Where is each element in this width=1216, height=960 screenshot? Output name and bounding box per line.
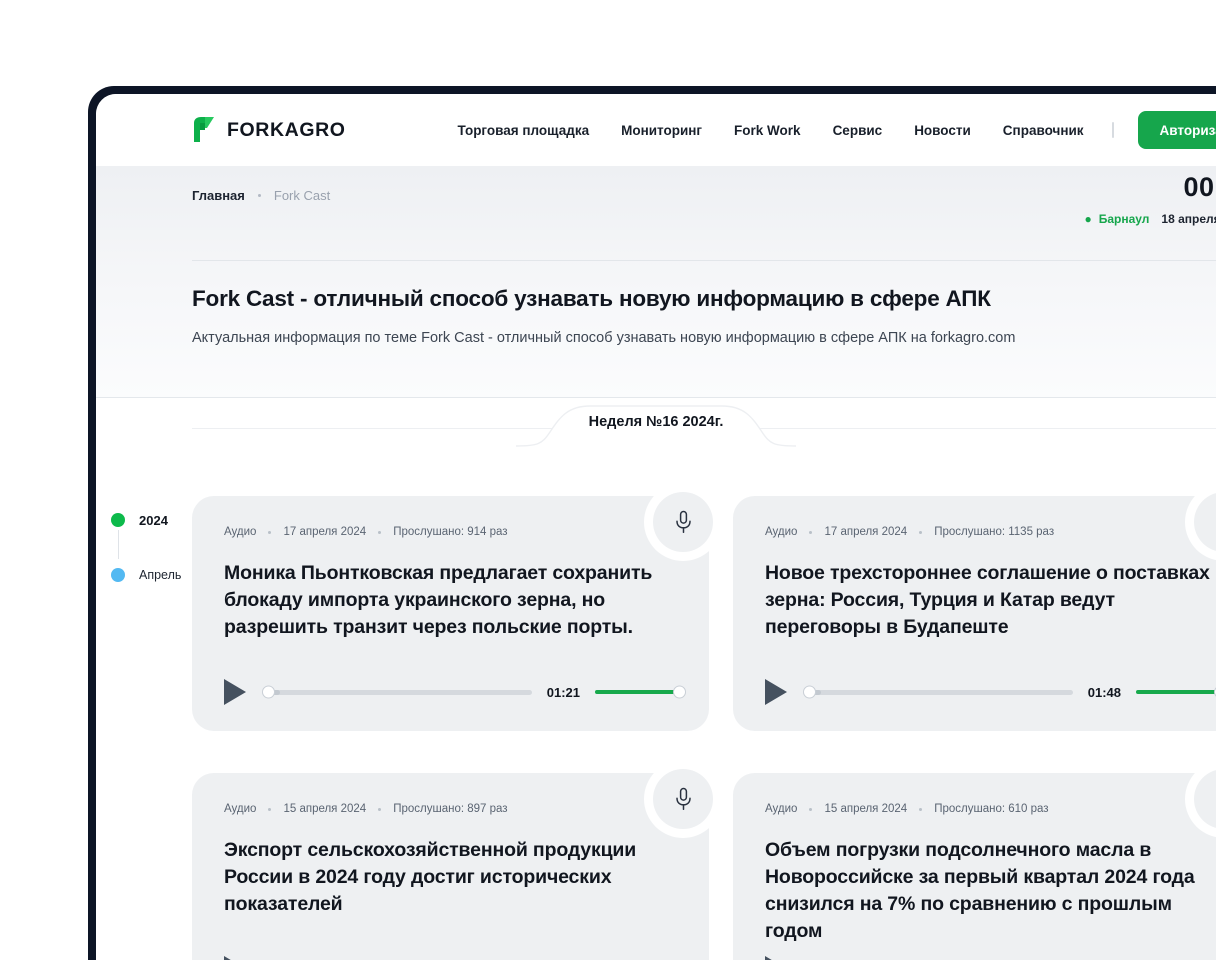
card-meta: Аудио 15 апреля 2024 Прослушано: 610 раз (765, 803, 1216, 815)
volume-slider[interactable] (1136, 685, 1216, 699)
podcast-card-grid: Аудио 17 апреля 2024 Прослушано: 914 раз… (192, 466, 1216, 960)
audio-player: 01:48 (765, 679, 1216, 705)
card-date: 15 апреля 2024 (283, 803, 367, 815)
card-type: Аудио (765, 526, 798, 538)
meta-separator (809, 530, 813, 534)
meta-separator (378, 807, 382, 811)
meta-separator (809, 807, 813, 811)
card-plays: Прослушано: 914 раз (393, 526, 508, 538)
card-meta: Аудио 17 апреля 2024 Прослушано: 914 раз (224, 526, 677, 538)
card-title[interactable]: Экспорт сельскохозяйственной продукции Р… (224, 837, 676, 918)
volume-knob[interactable] (673, 685, 686, 699)
duration-label: 01:48 (1087, 684, 1121, 700)
timeline-connector (117, 530, 119, 559)
nav-item-fork-work[interactable]: Fork Work (734, 123, 801, 138)
podcast-card[interactable]: Аудио 15 апреля 2024 Прослушано: 610 раз… (733, 760, 1216, 960)
date-label: 18 апреля, (1161, 212, 1216, 226)
card-plays: Прослушано: 1135 раз (934, 526, 1055, 538)
card-meta: Аудио 17 апреля 2024 Прослушано: 1135 ра… (765, 526, 1216, 538)
week-tab-label[interactable]: Неделя №16 2024г. (589, 414, 724, 430)
microphone-icon[interactable] (653, 769, 713, 829)
card-date: 17 апреля 2024 (283, 526, 367, 538)
authorization-button[interactable]: Авторизация (1137, 111, 1216, 149)
audio-player: 01:21 (224, 679, 686, 705)
location-pin-icon: ● (1084, 212, 1092, 226)
timeline-month-label: Апрель (139, 568, 182, 582)
week-tab-zone: Неделя №16 2024г. (96, 398, 1216, 462)
progress-slider[interactable] (803, 685, 1073, 699)
timeline-year-dot (111, 513, 125, 527)
audio-player: 00:50 (765, 956, 1216, 960)
meta-separator (378, 530, 382, 534)
clock-display: 00: (1183, 172, 1216, 202)
timeline-month-dot (111, 568, 125, 582)
timeline-sidebar: 2024 Апрель (96, 466, 192, 960)
breadcrumb-current: Fork Cast (273, 188, 331, 203)
breadcrumb-home[interactable]: Главная (192, 188, 245, 203)
page-title: Fork Cast - отличный способ узнавать нов… (192, 286, 991, 311)
location-date-line: ● Барнаул 18 апреля, (1084, 212, 1216, 226)
nav-item-service[interactable]: Сервис (833, 123, 883, 138)
meta-separator (268, 530, 272, 534)
forkagro-leaf-icon (192, 116, 218, 144)
content-area: 2024 Апрель Аудио 17 апреля 2024 Прослуш… (96, 462, 1216, 960)
play-icon[interactable] (765, 956, 787, 960)
progress-slider[interactable] (262, 685, 532, 699)
timeline-node-year[interactable]: 2024 (96, 510, 192, 530)
site-logo[interactable]: FORKAGRO (192, 116, 346, 144)
podcast-card[interactable]: Аудио 15 апреля 2024 Прослушано: 897 раз… (192, 760, 722, 960)
volume-slider[interactable] (595, 685, 686, 699)
logo-text: FORKAGRO (227, 118, 346, 141)
play-icon[interactable] (224, 956, 246, 960)
page-header-band: Главная Fork Cast 00: ● Барнаул 18 апрел… (96, 166, 1216, 398)
duration-label: 01:21 (546, 684, 580, 700)
browser-viewport: FORKAGRO Торговая площадка Мониторинг Fo… (96, 94, 1216, 960)
podcast-card[interactable]: Аудио 17 апреля 2024 Прослушано: 914 раз… (192, 483, 722, 731)
card-plays: Прослушано: 610 раз (934, 803, 1049, 815)
card-date: 15 апреля 2024 (824, 803, 908, 815)
card-plays: Прослушано: 897 раз (393, 803, 508, 815)
play-icon[interactable] (765, 679, 787, 705)
breadcrumb: Главная Fork Cast (192, 188, 1216, 203)
card-meta: Аудио 15 апреля 2024 Прослушано: 897 раз (224, 803, 677, 815)
screenshot-root: FORKAGRO Торговая площадка Мониторинг Fo… (0, 0, 1216, 960)
meta-separator (919, 530, 923, 534)
page-subtitle: Актуальная информация по теме Fork Cast … (192, 330, 1016, 346)
meta-separator (919, 807, 923, 811)
podcast-card[interactable]: Аудио 17 апреля 2024 Прослушано: 1135 ра… (733, 483, 1216, 731)
progress-knob[interactable] (803, 685, 816, 699)
nav-item-marketplace[interactable]: Торговая площадка (458, 123, 590, 138)
band-divider (192, 260, 1216, 261)
card-title[interactable]: Объем погрузки подсолнечного масла в Нов… (765, 837, 1216, 945)
status-cluster: 00: ● Барнаул 18 апреля, (1084, 172, 1216, 226)
card-type: Аудио (224, 526, 257, 538)
meta-separator (268, 807, 272, 811)
breadcrumb-separator (257, 194, 261, 197)
card-date: 17 апреля 2024 (824, 526, 908, 538)
progress-knob[interactable] (262, 685, 275, 699)
timeline-node-month[interactable]: Апрель (96, 565, 192, 585)
card-title[interactable]: Новое трехстороннее соглашение о поставк… (765, 560, 1216, 641)
main-nav: Торговая площадка Мониторинг Fork Work С… (458, 123, 1084, 138)
russia-flag-icon[interactable] (1111, 122, 1114, 138)
microphone-icon[interactable] (653, 492, 713, 552)
play-icon[interactable] (224, 679, 246, 705)
nav-item-directory[interactable]: Справочник (1003, 123, 1084, 138)
card-type: Аудио (765, 803, 798, 815)
nav-item-monitoring[interactable]: Мониторинг (621, 123, 702, 138)
card-title[interactable]: Моника Пьонтковская предлагает сохранить… (224, 560, 676, 641)
site-header: FORKAGRO Торговая площадка Мониторинг Fo… (96, 94, 1216, 166)
audio-player: 02:48 (224, 956, 681, 960)
card-type: Аудио (224, 803, 257, 815)
timeline-year-label: 2024 (139, 512, 168, 528)
city-label[interactable]: Барнаул (1099, 212, 1150, 226)
nav-item-news[interactable]: Новости (914, 123, 971, 138)
